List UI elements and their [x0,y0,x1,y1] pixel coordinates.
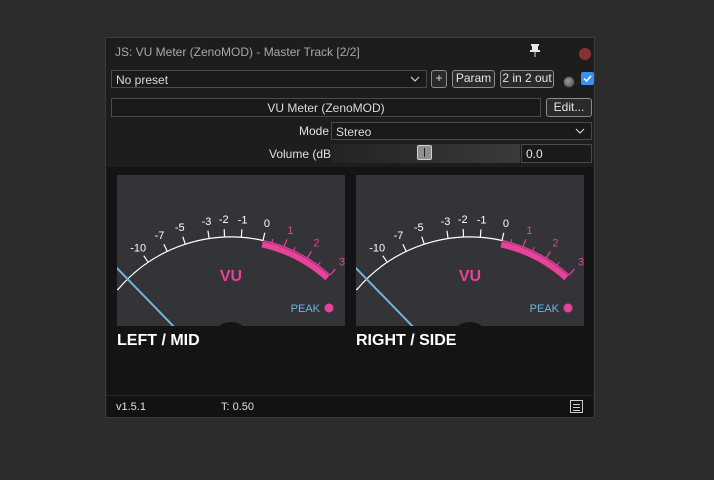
peak-label: PEAK [291,303,321,315]
channel-label-left: LEFT / MID [117,332,200,349]
volume-label: Volume (dB) [269,147,336,161]
peak-indicator [563,303,573,313]
peak-label: PEAK [530,303,560,315]
scale-label: 2 [313,238,319,250]
minor-tick [271,238,274,243]
needle [356,266,414,326]
scale-label: -7 [394,230,404,242]
mode-label: Mode [299,124,330,138]
channel-label-right: RIGHT / SIDE [356,332,457,349]
scale-label: 2 [552,238,558,250]
scale-label: -7 [155,230,165,242]
scale-tick [479,229,482,238]
scale-label: 0 [503,218,509,230]
minor-tick [532,247,535,252]
scale-tick [522,239,527,248]
param-button[interactable]: Param [452,70,495,88]
io-button[interactable]: 2 in 2 out [500,70,554,88]
volume-value-field[interactable]: 0.0 [521,144,592,163]
plugin-name-field: VU Meter (ZenoMOD) [111,98,541,117]
minor-tick [293,247,296,252]
scale-tick [283,239,288,248]
scale-tick [163,243,168,252]
vu-meter-display: -20-10-7-5-3-2-10123VUPEAK -20-10-7-5-3-… [107,167,593,395]
scale-tick [356,288,358,291]
scale-label: -3 [441,216,451,228]
scale-label: -10 [130,242,146,254]
scale-label: -1 [238,214,248,226]
scale-label: 1 [526,225,532,237]
window-title: JS: VU Meter (ZenoMOD) - Master Track [2… [115,45,360,59]
scale-tick [446,230,449,239]
wet-knob-icon[interactable] [563,76,575,88]
vu-unit-label: VU [459,268,481,285]
scale-tick [117,288,119,291]
scale-label: -1 [477,214,487,226]
scale-tick [306,250,312,259]
pin-icon[interactable] [527,42,543,58]
scale-label: -10 [369,242,385,254]
vu-meter-face: -20-10-7-5-3-2-10123VUPEAK [117,214,345,326]
scale-tick [382,255,388,263]
scale-tick [240,229,243,238]
minor-tick [556,261,560,266]
scale-tick [329,268,336,276]
scale-tick [421,236,425,245]
scale-tick [402,243,407,252]
needle [117,266,175,326]
plugin-window: JS: VU Meter (ZenoMOD) - Master Track [2… [105,37,595,418]
vu-meter-left: -20-10-7-5-3-2-10123VUPEAK [117,175,345,326]
volume-slider-thumb[interactable] [417,145,432,160]
status-bar: v1.5.1 T: 0.50 [107,395,593,417]
scale-tick [143,255,149,263]
time-label: T: 0.50 [221,401,255,413]
scale-tick [182,236,186,245]
vu-meter-face: -20-10-7-5-3-2-10123VUPEAK [356,214,584,326]
preset-dropdown[interactable]: No preset [111,70,427,88]
scale-label: -2 [458,214,468,226]
scale-label: 0 [264,218,270,230]
scale-label: 1 [287,225,293,237]
title-bar[interactable]: JS: VU Meter (ZenoMOD) - Master Track [2… [106,38,594,66]
chevron-down-icon [575,128,585,134]
chevron-down-icon [410,76,420,82]
scale-tick [207,230,210,239]
needle-pivot [458,322,482,326]
menu-icon[interactable] [570,400,583,413]
scale-tick [262,232,266,241]
scale-label: 3 [339,257,345,269]
edit-button[interactable]: Edit... [546,98,592,117]
scale-label: -5 [414,222,424,234]
peak-indicator [324,303,334,313]
scale-label: -3 [202,216,212,228]
mode-value: Stereo [336,125,372,139]
scale-label: 3 [578,257,584,269]
checkmark-icon [583,75,592,83]
plugin-name: VU Meter (ZenoMOD) [267,101,385,115]
needle-pivot [219,322,243,326]
bypass-checkbox[interactable] [581,72,594,85]
close-button[interactable] [579,48,591,60]
add-preset-button[interactable]: + [431,70,447,88]
minor-tick [510,238,513,243]
scale-tick [501,232,505,241]
mode-dropdown[interactable]: Stereo [331,122,592,140]
minor-tick [317,261,321,266]
scale-tick [568,268,575,276]
scale-label: -2 [219,214,229,226]
vu-meter-right: -20-10-7-5-3-2-10123VUPEAK [356,175,584,326]
scale-tick [545,250,551,259]
preset-value: No preset [116,73,169,87]
version-label: v1.5.1 [116,401,146,413]
vu-unit-label: VU [220,268,242,285]
scale-label: -5 [175,222,185,234]
